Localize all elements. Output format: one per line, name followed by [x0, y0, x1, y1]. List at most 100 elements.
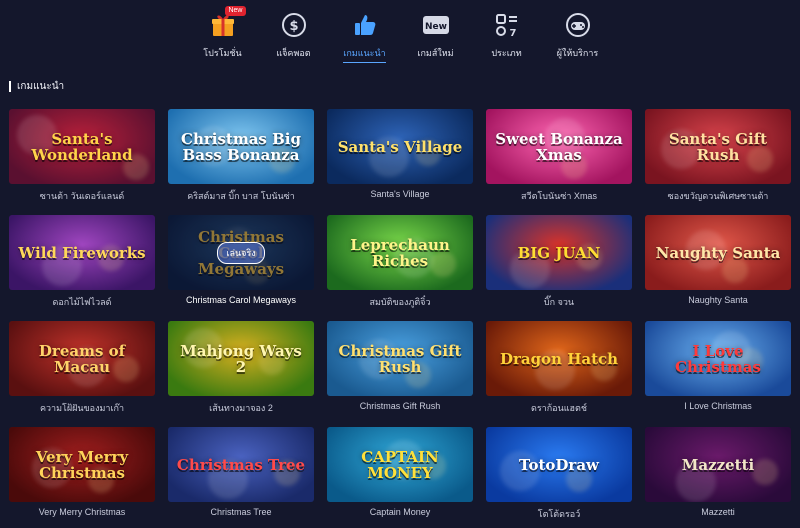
nav-label: เกมส์ใหม่: [417, 48, 454, 58]
game-tile[interactable]: Wild Fireworks ดอกไม้ไฟไวลด์: [9, 215, 155, 321]
game-thumbnail[interactable]: Leprechaun Riches: [327, 215, 473, 290]
game-logo: Very Merry Christmas: [35, 447, 129, 482]
game-title: Naughty Santa: [688, 295, 748, 305]
game-tile[interactable]: Christmas Carol Megawaysเล่นจริงChristma…: [168, 215, 314, 321]
nav-item-1[interactable]: $ แจ็คพอต: [258, 0, 329, 60]
game-title: เส้นทางมาจอง 2: [209, 403, 273, 413]
game-tile[interactable]: CAPTAIN MONEY Captain Money: [327, 427, 473, 528]
game-title: Christmas Gift Rush: [359, 401, 441, 411]
game-thumbnail[interactable]: Naughty Santa: [645, 215, 791, 290]
game-tile[interactable]: Leprechaun Riches สมบัติของภูติจิ๋ว: [327, 215, 473, 321]
game-thumbnail[interactable]: Santa's Village: [327, 109, 473, 184]
game-logo: Dragon Hatch: [499, 349, 619, 368]
new-badge: New: [225, 6, 246, 16]
game-logo: CAPTAIN MONEY: [361, 447, 439, 482]
game-logo: Santa's Wonderland: [31, 129, 133, 164]
game-thumbnail[interactable]: CAPTAIN MONEY: [327, 427, 473, 502]
game-thumbnail[interactable]: BIG JUAN: [486, 215, 632, 290]
game-tile[interactable]: Christmas Big Bass Bonanza คริสต์มาส บิ๊ก…: [168, 109, 314, 215]
game-tile[interactable]: Mahjong Ways 2 เส้นทางมาจอง 2: [168, 321, 314, 427]
game-logo: BIG JUAN: [517, 243, 601, 262]
svg-text:New: New: [425, 22, 447, 32]
game-title: ดอกไม้ไฟไวลด์: [52, 297, 112, 307]
nav-label: โปรโมชั่น: [203, 48, 242, 58]
game-thumbnail[interactable]: Mahjong Ways 2: [168, 321, 314, 396]
game-logo: Christmas Tree: [176, 455, 306, 474]
game-thumbnail[interactable]: Christmas Carol Megawaysเล่นจริง: [168, 215, 314, 290]
game-logo: Christmas Gift Rush: [338, 341, 462, 376]
game-title: Mazzetti: [701, 507, 735, 517]
game-thumbnail[interactable]: Mazzetti: [645, 427, 791, 502]
game-thumbnail[interactable]: Wild Fireworks: [9, 215, 155, 290]
game-tile[interactable]: Santa's Village Santa's Village: [327, 109, 473, 215]
gamepad-provider-icon: [563, 10, 593, 40]
nav-label: แจ็คพอต: [276, 48, 311, 58]
nav-item-2[interactable]: เกมแนะนำ: [329, 0, 400, 63]
play-real-button[interactable]: เล่นจริง: [217, 241, 265, 264]
thumbs-up-icon: [350, 10, 380, 40]
game-logo: Christmas Big Bass Bonanza: [181, 129, 301, 164]
game-thumbnail[interactable]: Christmas Gift Rush: [327, 321, 473, 396]
game-title: Christmas Tree: [210, 507, 272, 517]
game-thumbnail[interactable]: Very Merry Christmas: [9, 427, 155, 502]
game-tile[interactable]: Dragon Hatch ดราก้อนแฮตช์: [486, 321, 632, 427]
game-logo: TotoDraw: [519, 455, 599, 474]
game-thumbnail[interactable]: I Love Christmas: [645, 321, 791, 396]
game-title: โตโต้ดรอว์: [537, 509, 581, 519]
game-thumbnail[interactable]: Christmas Big Bass Bonanza: [168, 109, 314, 184]
game-thumbnail[interactable]: TotoDraw: [486, 427, 632, 502]
game-title: ความโฝ้ฝันของมาเก๊า: [39, 403, 125, 413]
game-tile[interactable]: Dreams of Macau ความโฝ้ฝันของมาเก๊า: [9, 321, 155, 427]
game-logo: Santa's Village: [337, 137, 463, 156]
game-tile[interactable]: Santa's Wonderland ซานต้า วันเดอร์แลนด์: [9, 109, 155, 215]
game-title: Very Merry Christmas: [38, 507, 126, 517]
nav-item-3[interactable]: New เกมส์ใหม่: [400, 0, 471, 60]
game-thumbnail[interactable]: Christmas Tree: [168, 427, 314, 502]
game-tile[interactable]: Mazzetti Mazzetti: [645, 427, 791, 528]
game-tile[interactable]: TotoDraw โตโต้ดรอว์: [486, 427, 632, 528]
game-tile[interactable]: Santa's Gift Rush ซองขวัญดวนพิเศษซานต้า: [645, 109, 791, 215]
game-tile[interactable]: Very Merry Christmas Very Merry Christmas: [9, 427, 155, 528]
game-tile[interactable]: Sweet Bonanza Xmas สวีตโบนันซ่า Xmas: [486, 109, 632, 215]
grid-categories-icon: 7: [492, 10, 522, 40]
game-tile[interactable]: I Love Christmas I Love Christmas: [645, 321, 791, 427]
nav-label: ประเภท: [491, 48, 522, 58]
game-title: สมบัติของภูติจิ๋ว: [369, 297, 431, 307]
game-title: บิ๊ก จวน: [543, 297, 575, 307]
game-tile[interactable]: BIG JUAN บิ๊ก จวน: [486, 215, 632, 321]
top-navigation: New โปรโมชั่น $ แจ็คพอต เกมแนะนำ New เกมส์ใหม่…: [0, 0, 800, 64]
game-tile[interactable]: Naughty Santa Naughty Santa: [645, 215, 791, 321]
nav-label: ผู้ให้บริการ: [556, 48, 599, 58]
nav-item-0[interactable]: New โปรโมชั่น: [187, 0, 258, 60]
game-title: สวีตโบนันซ่า Xmas: [521, 191, 597, 201]
dollar-coin-icon: $: [279, 10, 309, 40]
game-thumbnail[interactable]: Dreams of Macau: [9, 321, 155, 396]
section-header: เกมแนะนำ: [9, 79, 64, 93]
game-logo: Naughty Santa: [655, 243, 781, 262]
section-title: เกมแนะนำ: [17, 80, 65, 92]
section-marker: [9, 80, 11, 92]
game-tile[interactable]: Christmas Tree Christmas Tree: [168, 427, 314, 528]
gift-icon: New: [208, 6, 246, 40]
game-logo: Leprechaun Riches: [350, 235, 450, 270]
game-thumbnail[interactable]: Santa's Gift Rush: [645, 109, 791, 184]
game-logo: Santa's Gift Rush: [668, 129, 768, 164]
game-tile[interactable]: Christmas Gift Rush Christmas Gift Rush: [327, 321, 473, 427]
nav-item-5[interactable]: ผู้ให้บริการ: [542, 0, 613, 60]
nav-item-4[interactable]: 7 ประเภท: [471, 0, 542, 60]
game-thumbnail[interactable]: Santa's Wonderland: [9, 109, 155, 184]
game-title: คริสต์มาส บิ๊ก บาส โบนันซ่า: [187, 191, 295, 201]
game-logo: Mahjong Ways 2: [180, 341, 302, 376]
game-logo: Sweet Bonanza Xmas: [495, 129, 623, 164]
hover-overlay: เล่นจริง: [168, 215, 314, 290]
game-title: ซองขวัญดวนพิเศษซานต้า: [667, 191, 769, 201]
game-logo: Dreams of Macau: [38, 341, 126, 376]
game-thumbnail[interactable]: Sweet Bonanza Xmas: [486, 109, 632, 184]
game-title: Captain Money: [369, 507, 431, 517]
game-title: Santa's Village: [370, 189, 430, 199]
game-logo: Wild Fireworks: [18, 243, 146, 262]
nav-label: เกมแนะนำ: [343, 46, 385, 63]
svg-text:7: 7: [509, 28, 516, 38]
svg-text:$: $: [289, 19, 298, 34]
game-thumbnail[interactable]: Dragon Hatch: [486, 321, 632, 396]
